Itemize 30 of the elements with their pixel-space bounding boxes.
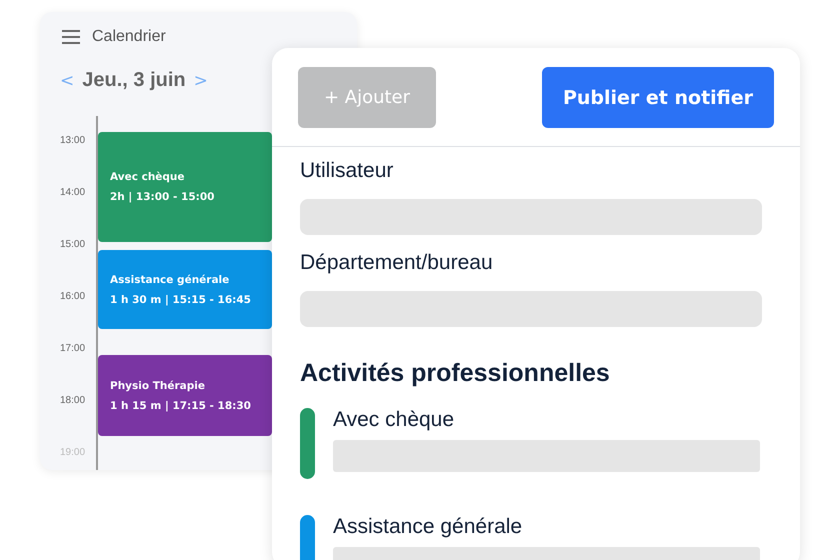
hour-label: 18:00 <box>60 394 86 408</box>
activity-name: Assistance générale <box>333 515 524 539</box>
calendar-event[interactable]: Assistance générale 1 h 30 m | 15:15 - 16:45 <box>98 250 272 329</box>
previous-day-button[interactable]: < <box>60 71 74 91</box>
event-title: Physio Thérapie <box>110 380 206 392</box>
input-field[interactable] <box>333 440 760 472</box>
event-time: 2h | 13:00 - 15:00 <box>110 191 216 203</box>
activity-name: Avec chèque <box>333 408 456 432</box>
event-time: 1 h 15 m | 17:15 - 18:30 <box>110 400 252 412</box>
hour-label: 19:00 <box>60 446 86 460</box>
calendar-event[interactable]: Avec chèque 2h | 13:00 - 15:00 <box>98 132 272 242</box>
publish-button[interactable]: Publier et notifier <box>542 67 774 128</box>
field-label: Utilisateur <box>300 159 394 183</box>
event-title: Avec chèque <box>110 171 186 183</box>
hour-label: 13:00 <box>60 134 86 148</box>
hour-label: 14:00 <box>60 186 86 200</box>
hour-label: 16:00 <box>60 290 86 304</box>
field-label: Département/bureau <box>300 251 494 275</box>
menu-icon[interactable] <box>62 30 80 44</box>
calendar-title: Calendrier <box>92 28 166 46</box>
event-title: Assistance générale <box>110 274 230 286</box>
input-field[interactable] <box>300 291 762 327</box>
next-day-button[interactable]: > <box>194 71 208 91</box>
current-date: Jeu., 3 juin <box>82 69 186 92</box>
hour-label: 17:00 <box>60 342 86 356</box>
calendar-event[interactable]: Physio Thérapie 1 h 15 m | 17:15 - 18:30 <box>98 355 272 436</box>
section-title: Activités professionnelles <box>300 359 611 388</box>
hour-label: 15:00 <box>60 238 86 252</box>
input-field[interactable] <box>300 199 762 235</box>
event-time: 1 h 30 m | 15:15 - 16:45 <box>110 294 252 306</box>
